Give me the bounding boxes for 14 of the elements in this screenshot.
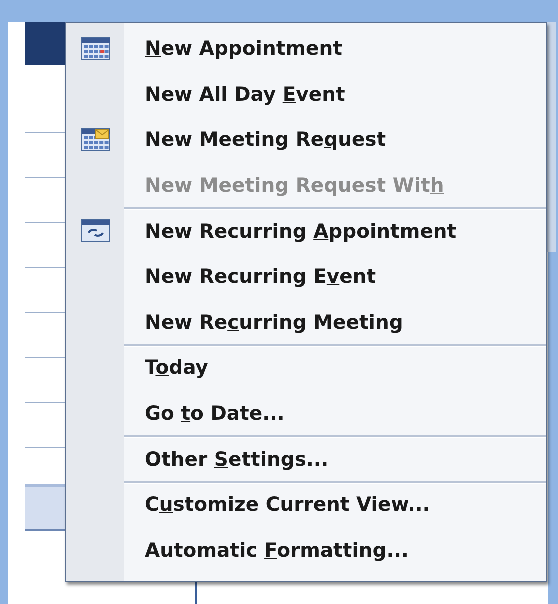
menu-item[interactable]: Automatic Formatting... bbox=[145, 538, 409, 562]
calendar-envelope-icon bbox=[81, 128, 111, 152]
recurring-calendar-icon bbox=[81, 219, 111, 244]
menu-item[interactable]: New All Day Event bbox=[145, 82, 346, 106]
menu-item[interactable]: New Recurring Event bbox=[145, 265, 376, 288]
calendar-icon bbox=[81, 36, 111, 61]
menu-item[interactable]: New Recurring Meeting bbox=[145, 310, 404, 334]
menu-item[interactable]: New Appointment bbox=[145, 37, 342, 60]
menu-item[interactable]: New Meeting Request bbox=[145, 128, 386, 152]
menu-item[interactable]: Other Settings... bbox=[145, 448, 329, 471]
menu-item[interactable]: Go to Date... bbox=[145, 402, 285, 426]
menu-item[interactable]: New Recurring Appointment bbox=[145, 220, 457, 243]
menu-item[interactable]: Customize Current View... bbox=[145, 493, 430, 516]
menu-item[interactable]: Today bbox=[145, 356, 208, 380]
